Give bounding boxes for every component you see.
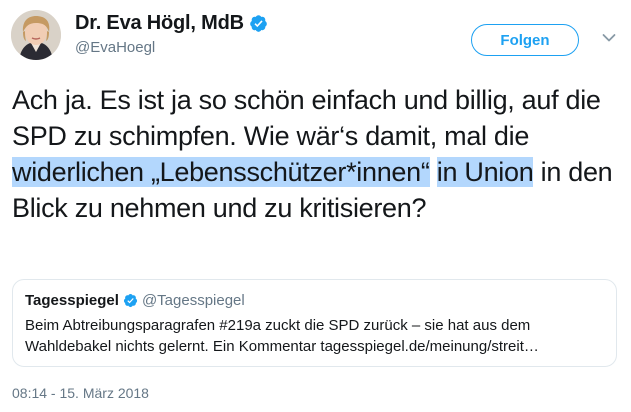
tweet-text-selection: widerlichen „Lebensschützer*innen“	[12, 157, 430, 187]
quoted-tweet-card[interactable]: Tagesspiegel @Tagesspiegel Beim Abtreibu…	[12, 279, 617, 367]
verified-badge-icon	[250, 15, 267, 32]
tweet-text-part: Ach ja. Es ist ja so schön einfach und b…	[12, 85, 601, 151]
quoted-author-handle: @Tagesspiegel	[141, 291, 245, 309]
tweet-text: Ach ja. Es ist ja so schön einfach und b…	[12, 82, 622, 226]
author-handle[interactable]: @EvaHoegl	[75, 39, 155, 56]
quoted-author-name: Tagesspiegel	[25, 291, 119, 309]
profile-photo	[11, 10, 61, 60]
author-name-row[interactable]: Dr. Eva Högl, MdB	[75, 12, 268, 35]
tweet-text-selection: in Union	[436, 157, 534, 187]
chevron-down-icon[interactable]	[602, 33, 616, 43]
author-display-name[interactable]: Dr. Eva Högl, MdB	[75, 12, 244, 35]
quoted-tweet-line: Wahldebakel nichts gelernt. Ein Kommenta…	[25, 338, 539, 355]
verified-badge-icon	[123, 293, 137, 307]
tweet-timestamp[interactable]: 08:14 - 15. März 2018	[12, 385, 149, 401]
follow-button[interactable]: Folgen	[471, 24, 579, 56]
avatar[interactable]	[11, 10, 61, 60]
quoted-tweet-text: Beim Abtreibungsparagrafen #219a zuckt d…	[25, 315, 604, 357]
quoted-tweet-line: Beim Abtreibungsparagrafen #219a zuckt d…	[25, 317, 531, 334]
quoted-tweet-header: Tagesspiegel @Tagesspiegel	[25, 290, 604, 310]
